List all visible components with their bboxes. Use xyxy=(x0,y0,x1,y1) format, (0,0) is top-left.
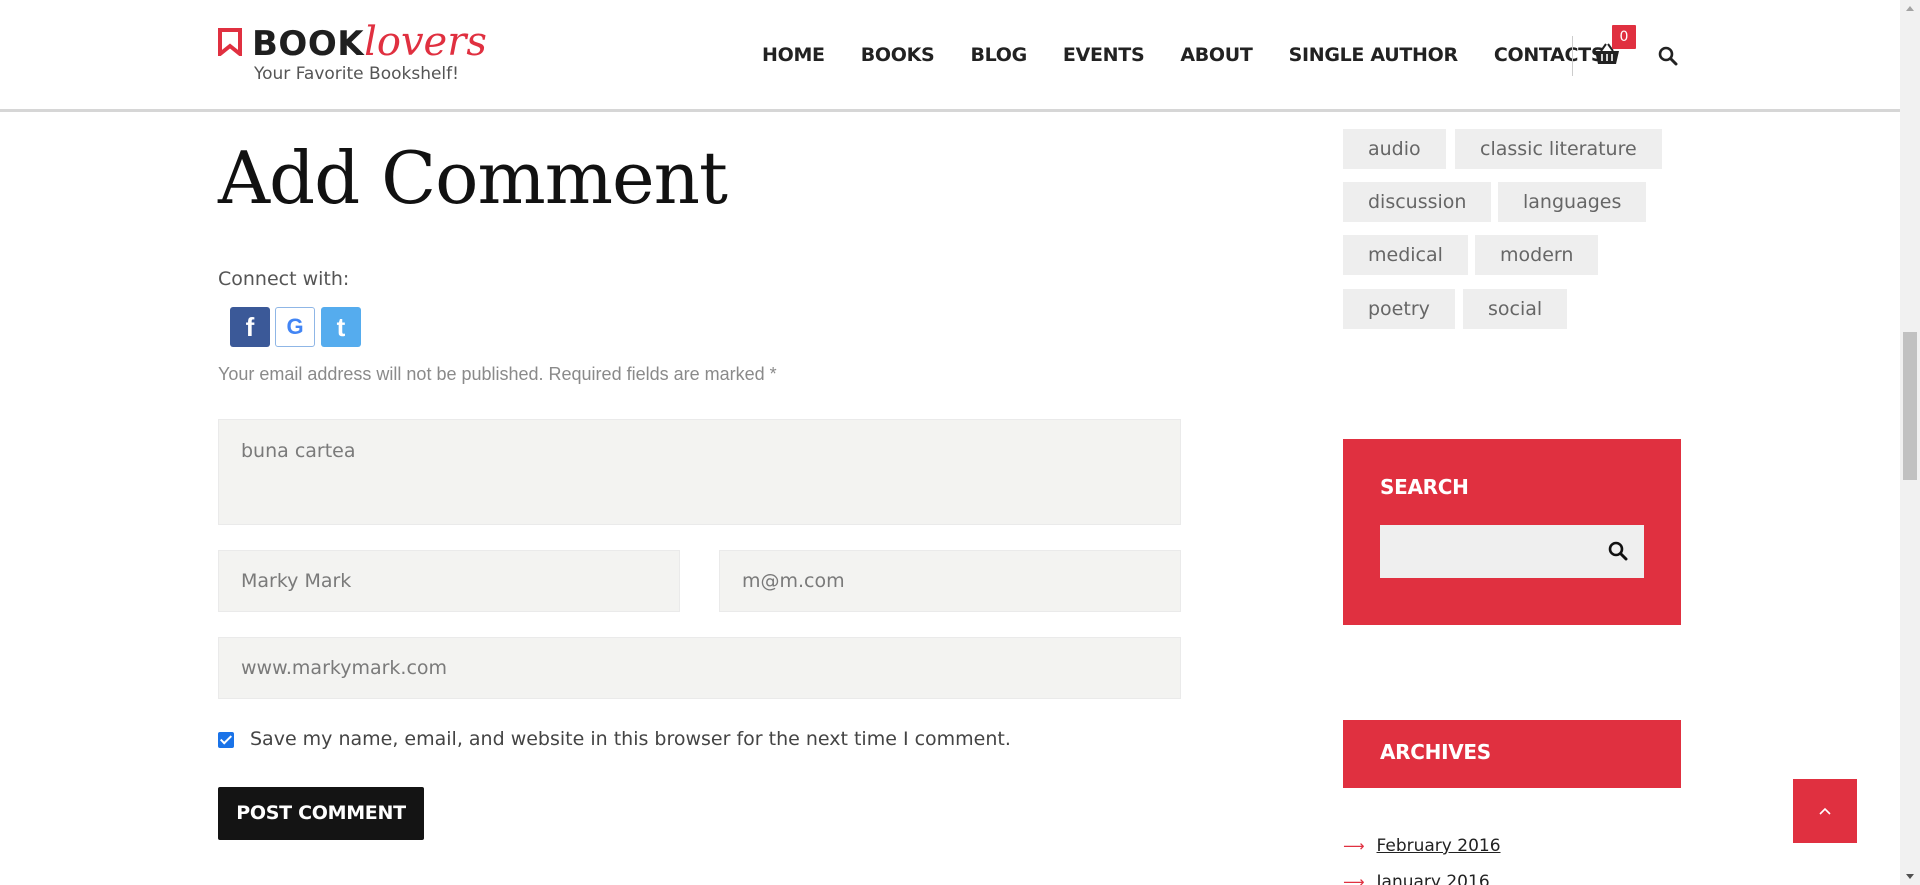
google-icon: G xyxy=(286,314,304,339)
nav-single-author[interactable]: SINGLE AUTHOR xyxy=(1289,44,1459,66)
google-login-button[interactable]: G xyxy=(275,307,315,347)
tag-discussion[interactable]: discussion xyxy=(1343,182,1492,222)
search-widget: SEARCH xyxy=(1343,439,1681,625)
email-privacy-note: Your email address will not be published… xyxy=(218,364,777,384)
tag-social[interactable]: social xyxy=(1463,289,1568,329)
arrow-right-icon: ⟶ xyxy=(1343,873,1365,885)
nav-events[interactable]: EVENTS xyxy=(1063,44,1145,66)
nav-divider xyxy=(1572,36,1573,76)
page-scrollbar[interactable] xyxy=(1900,0,1920,885)
search-icon[interactable] xyxy=(1658,46,1678,66)
comment-textarea[interactable]: buna cartea xyxy=(218,419,1181,525)
tag-languages[interactable]: languages xyxy=(1498,182,1647,222)
nav-home[interactable]: HOME xyxy=(762,44,825,66)
archive-link[interactable]: January 2016 xyxy=(1377,872,1490,885)
facebook-icon: f xyxy=(245,311,255,342)
site-header: BOOKlovers Your Favorite Bookshelf! HOME… xyxy=(0,0,1900,112)
archive-item[interactable]: ⟶ February 2016 xyxy=(1343,836,1501,856)
tag-modern[interactable]: modern xyxy=(1475,235,1599,275)
scroll-down-arrow-icon[interactable] xyxy=(1906,874,1914,879)
archives-widget: ARCHIVES xyxy=(1343,720,1681,788)
search-icon[interactable] xyxy=(1608,541,1628,561)
facebook-login-button[interactable]: f xyxy=(230,307,270,347)
website-field[interactable]: www.markymark.com xyxy=(218,637,1181,699)
nav-contacts[interactable]: CONTACTS xyxy=(1494,44,1605,66)
twitter-icon: t xyxy=(336,311,346,342)
archive-link[interactable]: February 2016 xyxy=(1377,836,1501,856)
search-widget-title: SEARCH xyxy=(1380,475,1469,499)
save-info-label[interactable]: Save my name, email, and website in this… xyxy=(250,728,1011,750)
post-comment-button[interactable]: POST COMMENT xyxy=(218,787,424,840)
connect-with-label: Connect with: xyxy=(218,268,350,290)
logo-tagline: Your Favorite Bookshelf! xyxy=(254,64,459,84)
cart-count-badge: 0 xyxy=(1612,25,1636,49)
save-info-checkbox[interactable] xyxy=(218,732,234,748)
nav-books[interactable]: BOOKS xyxy=(861,44,935,66)
logo-book-text: BOOK xyxy=(252,24,365,64)
archives-widget-title: ARCHIVES xyxy=(1380,740,1491,764)
main-nav: HOME BOOKS BLOG EVENTS ABOUT SINGLE AUTH… xyxy=(762,44,1605,66)
chevron-up-icon xyxy=(1819,807,1831,815)
back-to-top-button[interactable] xyxy=(1793,779,1857,843)
email-field[interactable]: m@m.com xyxy=(719,550,1181,612)
name-field[interactable]: Marky Mark xyxy=(218,550,680,612)
bookmark-logo-icon xyxy=(218,28,242,56)
tag-poetry[interactable]: poetry xyxy=(1343,289,1455,329)
tag-classic-literature[interactable]: classic literature xyxy=(1455,129,1662,169)
scroll-up-arrow-icon[interactable] xyxy=(1906,6,1914,11)
archive-item[interactable]: ⟶ January 2016 xyxy=(1343,872,1490,885)
nav-about[interactable]: ABOUT xyxy=(1180,44,1253,66)
tag-audio[interactable]: audio xyxy=(1343,129,1446,169)
twitter-login-button[interactable]: t xyxy=(321,307,361,347)
nav-blog[interactable]: BLOG xyxy=(970,44,1027,66)
add-comment-heading: Add Comment xyxy=(218,136,728,220)
logo-lovers-text: lovers xyxy=(364,19,487,65)
scrollbar-thumb[interactable] xyxy=(1903,332,1917,480)
arrow-right-icon: ⟶ xyxy=(1343,837,1365,855)
sidebar-search-input[interactable] xyxy=(1380,525,1644,578)
tag-medical[interactable]: medical xyxy=(1343,235,1468,275)
